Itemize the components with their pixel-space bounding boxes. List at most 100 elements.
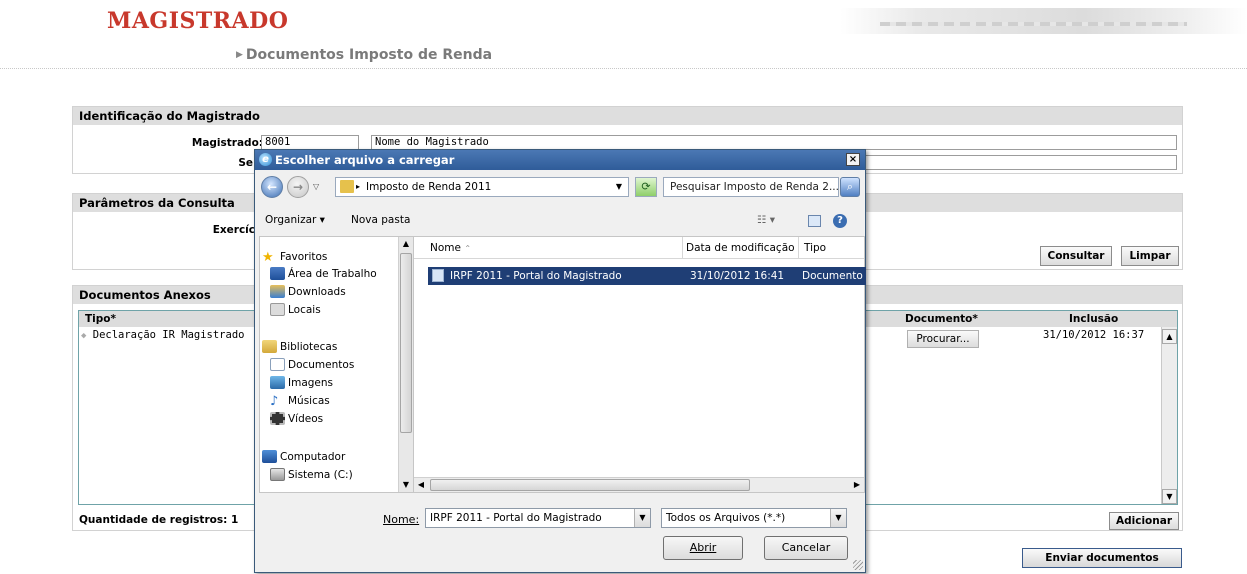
nav-downloads[interactable]: Downloads — [270, 285, 346, 298]
filename-dropdown-icon[interactable]: ▼ — [634, 509, 650, 527]
file-list-hscrollbar[interactable]: ◀ ▶ — [414, 477, 864, 492]
panel-identificacao-title: Identificação do Magistrado — [73, 107, 1182, 125]
filename-combobox[interactable]: IRPF 2011 - Portal do Magistrado ▼ — [425, 508, 651, 528]
nome-label: Nome: — [383, 513, 420, 526]
magistrado-name-field: Nome do Magistrado — [371, 135, 1177, 150]
nav-imagens[interactable]: Imagens — [270, 376, 333, 389]
file-type: Documento d — [802, 270, 866, 282]
locais-icon — [270, 303, 285, 316]
music-icon: ♪ — [270, 394, 279, 409]
col-tipo-arquivo[interactable]: Tipo — [804, 242, 826, 254]
organizar-menu[interactable]: Organizar ▾ — [265, 214, 325, 226]
brand-title: MAGISTRADO — [107, 8, 289, 34]
breadcrumb-arrow-icon: ▶ — [236, 50, 243, 60]
search-icon[interactable]: ⌕ — [840, 177, 860, 197]
hscroll-right-icon[interactable]: ▶ — [850, 478, 864, 492]
magistrado-code-field[interactable]: 8001 — [261, 135, 359, 150]
nova-pasta-button[interactable]: Nova pasta — [351, 214, 410, 226]
file-date: 31/10/2012 16:41 — [690, 270, 785, 282]
second-field — [863, 155, 1177, 170]
header-decoration — [840, 8, 1247, 34]
star-icon: ★ — [262, 250, 274, 265]
hscroll-thumb[interactable] — [430, 479, 750, 491]
col-tipo: Tipo* — [85, 313, 116, 325]
close-icon[interactable]: × — [846, 153, 860, 166]
quantidade-registros: Quantidade de registros: 1 — [79, 514, 239, 526]
abrir-button[interactable]: Abrir — [663, 536, 743, 560]
desktop-icon — [270, 267, 285, 280]
file-name: IRPF 2011 - Portal do Magistrado — [450, 270, 622, 282]
preview-pane-icon[interactable] — [808, 215, 821, 227]
nav-scrollbar[interactable]: ▲ ▼ — [398, 237, 413, 492]
hscroll-left-icon[interactable]: ◀ — [414, 478, 428, 492]
nav-scroll-down-icon[interactable]: ▼ — [399, 478, 413, 492]
procurar-button[interactable]: Procurar... — [907, 330, 979, 348]
dialog-navbar: ← → ▽ ▸ Imposto de Renda 2011 ▼ ⟳ Pesqui… — [255, 172, 865, 202]
file-type-filter[interactable]: Todos os Arquivos (*.*) ▼ — [661, 508, 847, 528]
nav-locais[interactable]: Locais — [270, 303, 321, 316]
file-list-header: Nome ⌃ Data de modificação Tipo — [414, 237, 864, 259]
nav-favoritos[interactable]: ★ Favoritos — [262, 250, 327, 265]
col-inclusao: Inclusão — [1069, 313, 1119, 325]
limpar-button[interactable]: Limpar — [1121, 246, 1179, 266]
nav-computador[interactable]: Computador — [262, 450, 345, 463]
cancelar-button[interactable]: Cancelar — [764, 536, 848, 560]
address-path: Imposto de Renda 2011 — [366, 181, 492, 193]
drive-icon — [270, 468, 285, 481]
images-icon — [270, 376, 285, 389]
address-dropdown-icon[interactable]: ▼ — [616, 178, 622, 196]
nav-musicas[interactable]: ♪ Músicas — [270, 394, 330, 409]
consultar-button[interactable]: Consultar — [1040, 246, 1112, 266]
table-row[interactable]: ◆ Declaração IR Magistrado — [81, 329, 256, 345]
dialog-title: Escolher arquivo a carregar — [275, 153, 455, 167]
nav-sistema[interactable]: Sistema (C:) — [270, 468, 353, 481]
file-dialog: e Escolher arquivo a carregar × ← → ▽ ▸ … — [254, 149, 866, 573]
chevron-icon: ▸ — [356, 182, 361, 191]
col-nome[interactable]: Nome ⌃ — [430, 242, 471, 254]
help-icon[interactable]: ? — [833, 214, 847, 228]
sort-caret-icon: ⌃ — [464, 244, 472, 253]
column-separator — [682, 237, 683, 259]
word-document-icon — [432, 269, 444, 282]
nav-bibliotecas[interactable]: Bibliotecas — [262, 340, 337, 353]
column-separator — [798, 237, 799, 259]
magistrado-label: Magistrado: — [191, 137, 263, 149]
breadcrumb: ▶ Documentos Imposto de Renda — [236, 47, 492, 63]
history-dropdown-icon[interactable]: ▽ — [313, 182, 319, 191]
library-icon — [262, 340, 277, 353]
grid-vertical-scrollbar[interactable]: ▲ ▼ — [1161, 327, 1177, 504]
scroll-up-icon[interactable]: ▲ — [1162, 329, 1177, 344]
address-bar[interactable]: ▸ Imposto de Renda 2011 ▼ — [335, 177, 629, 197]
file-list-pane: Nome ⌃ Data de modificação Tipo IRPF 201… — [413, 236, 866, 493]
enviar-documentos-button[interactable]: Enviar documentos — [1022, 548, 1182, 568]
ie-icon: e — [259, 153, 272, 166]
adicionar-button[interactable]: Adicionar — [1109, 512, 1179, 530]
refresh-icon[interactable]: ⟳ — [635, 177, 657, 197]
filter-dropdown-icon[interactable]: ▼ — [830, 509, 846, 527]
documents-icon — [270, 358, 285, 371]
dialog-titlebar[interactable]: e Escolher arquivo a carregar × — [255, 150, 865, 170]
col-data[interactable]: Data de modificação — [686, 242, 795, 254]
folder-icon — [340, 180, 354, 193]
back-icon[interactable]: ← — [261, 176, 283, 198]
scroll-down-icon[interactable]: ▼ — [1162, 489, 1177, 504]
row-expand-icon: ◆ — [81, 331, 87, 341]
nav-videos[interactable]: Vídeos — [270, 412, 323, 425]
downloads-icon — [270, 285, 285, 298]
nav-area-trabalho[interactable]: Área de Trabalho — [270, 267, 377, 280]
exercicio-label: Exercíc — [212, 224, 255, 236]
col-documento: Documento* — [905, 313, 978, 325]
row-tipo: Declaração IR Magistrado — [92, 329, 245, 341]
nav-documentos[interactable]: Documentos — [270, 358, 354, 371]
resize-grip-icon[interactable] — [853, 560, 863, 570]
nav-scroll-thumb[interactable] — [400, 253, 412, 433]
videos-icon — [270, 412, 285, 425]
filename-value: IRPF 2011 - Portal do Magistrado — [430, 512, 602, 524]
view-options-icon[interactable]: ☷ ▾ — [757, 214, 775, 226]
forward-icon[interactable]: → — [287, 176, 309, 198]
second-field-label: Se — [238, 157, 253, 169]
search-input[interactable]: Pesquisar Imposto de Renda 2... — [663, 177, 839, 197]
nav-scroll-up-icon[interactable]: ▲ — [399, 237, 413, 251]
list-item[interactable]: IRPF 2011 - Portal do Magistrado 31/10/2… — [428, 267, 866, 285]
dialog-toolbar: Organizar ▾ Nova pasta ☷ ▾ ? — [255, 208, 865, 234]
